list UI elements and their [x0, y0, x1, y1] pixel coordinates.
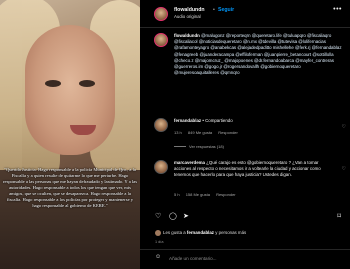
- video-caption-overlay: "Querida Justicia: Hago responsable a la…: [3, 167, 137, 208]
- comment-time: 13 h: [174, 130, 182, 135]
- face: [25, 25, 115, 155]
- comment-avatar[interactable]: [154, 118, 168, 132]
- comment-input[interactable]: Añade un comentario...: [169, 256, 217, 261]
- caption-username[interactable]: flowaldundn: [174, 33, 200, 38]
- reply-button[interactable]: Responder: [216, 192, 236, 197]
- view-replies-button[interactable]: Ver respuestas (18): [174, 144, 224, 149]
- send-icon[interactable]: ➤: [183, 212, 189, 220]
- post-video[interactable]: "Querida Justicia: Hago responsable a la…: [0, 0, 140, 269]
- comment-badge: • Compartiendo: [202, 118, 233, 123]
- comment-time: 5 h: [174, 192, 180, 197]
- liker-avatar: [155, 230, 161, 236]
- replies-line: [174, 146, 186, 148]
- action-bar: ♡ ◯ ➤ ⌑: [155, 212, 345, 224]
- comment-username[interactable]: marcaverdema: [174, 160, 205, 165]
- comment-icon[interactable]: ◯: [169, 212, 177, 220]
- caption-mentions[interactable]: @malugonz @reporteqrn @queretaro.life @t…: [174, 33, 342, 75]
- heart-icon[interactable]: ♡: [155, 212, 161, 220]
- mouth: [70, 125, 96, 135]
- view-replies-label[interactable]: Ver respuestas (18): [189, 144, 224, 149]
- comment-like-icon[interactable]: ♡: [342, 166, 346, 172]
- add-comment-bar: ☺ Añade un comentario...: [155, 253, 345, 265]
- likes-prefix: Les gusta a: [163, 230, 187, 236]
- caption-avatar[interactable]: [154, 33, 168, 47]
- emoji-icon[interactable]: ☺: [155, 254, 161, 260]
- author-username[interactable]: flowaldundn: [174, 7, 205, 13]
- liker-username[interactable]: fernandablaz: [187, 230, 214, 235]
- comment-avatar[interactable]: [154, 160, 168, 174]
- reply-button[interactable]: Responder: [218, 130, 238, 135]
- audio-label[interactable]: Audio original: [174, 14, 201, 19]
- header-divider: [140, 27, 350, 28]
- likes-summary[interactable]: Les gusta a fernandablaz y personas más: [155, 230, 246, 236]
- footer-divider: [140, 249, 350, 250]
- comment-likes[interactable]: 158 Me gusta: [186, 192, 210, 197]
- right-eye: [79, 80, 95, 87]
- bookmark-icon[interactable]: ⌑: [337, 212, 341, 220]
- likes-suffix: y personas más: [214, 230, 247, 236]
- post-sidebar: flowaldundn • Seguir Audio original ••• …: [140, 0, 350, 269]
- left-eye: [45, 80, 61, 87]
- more-horizontal-icon[interactable]: •••: [333, 6, 342, 13]
- comment-likes[interactable]: 849 Me gusta: [188, 130, 212, 135]
- header-separator: •: [213, 7, 215, 13]
- comment-like-icon[interactable]: ♡: [342, 124, 346, 130]
- comment-username[interactable]: fernandablaz: [174, 118, 201, 123]
- follow-button[interactable]: Seguir: [218, 7, 234, 13]
- post-date: 1 día: [155, 240, 164, 244]
- author-avatar[interactable]: [154, 7, 168, 21]
- post-header: flowaldundn • Seguir Audio original •••: [154, 3, 344, 25]
